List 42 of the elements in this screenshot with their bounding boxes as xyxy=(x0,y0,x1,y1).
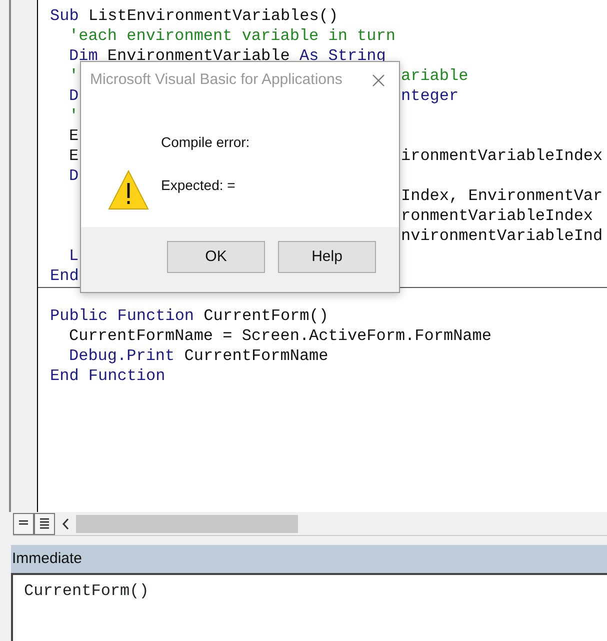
align-icon xyxy=(39,518,50,529)
code-keyword: Sub xyxy=(50,7,79,25)
code-text: ronmentVariableIndex xyxy=(401,207,594,225)
error-message: Compile error: xyxy=(161,133,250,152)
code-text: CurrentFormName = Screen.ActiveForm.FormName xyxy=(69,327,492,345)
help-button[interactable]: Help xyxy=(278,241,376,273)
code-comment: 'each environment variable in turn xyxy=(69,27,396,45)
code-comment: ariable xyxy=(401,67,468,85)
code-text: EnvironmentVariable xyxy=(107,47,290,65)
code-keyword: As String xyxy=(299,47,386,65)
full-module-view-button[interactable] xyxy=(34,512,55,534)
code-text: E xyxy=(69,127,79,145)
code-text: ironmentVariableIndex xyxy=(401,147,603,165)
code-text: CurrentFormName xyxy=(184,347,328,365)
code-text: E xyxy=(69,147,79,165)
code-keyword: End xyxy=(50,267,79,285)
code-keyword: nteger xyxy=(401,87,459,105)
code-text: Index, EnvironmentVar xyxy=(401,187,603,205)
dialog-title: Microsoft Visual Basic for Applications xyxy=(90,70,342,90)
align-icon xyxy=(18,520,29,527)
code-text: nvironmentVariableInd xyxy=(401,227,603,245)
code-keyword: End Function xyxy=(50,367,166,385)
immediate-text: CurrentForm() xyxy=(24,581,150,602)
scroll-left-icon[interactable] xyxy=(62,518,70,530)
close-icon[interactable] xyxy=(372,74,385,86)
code-comment: ' xyxy=(69,67,79,85)
error-message: Expected: = xyxy=(161,176,236,195)
code-keyword: D xyxy=(69,167,79,185)
warning-icon xyxy=(108,170,149,210)
code-keyword: Public Function xyxy=(50,307,194,325)
code-text: ListEnvironmentVariables() xyxy=(88,7,338,25)
pane-title: Immediate xyxy=(11,545,607,573)
code-keyword: Dim xyxy=(69,47,98,65)
code-keyword: L xyxy=(69,247,79,265)
code-comment: ' xyxy=(69,107,79,125)
code-keyword: D xyxy=(69,87,79,105)
scrollbar-thumb[interactable] xyxy=(76,514,298,532)
ok-button[interactable]: OK xyxy=(167,241,265,273)
immediate-pane[interactable]: CurrentForm() xyxy=(11,573,607,641)
procedure-view-button[interactable] xyxy=(13,512,34,534)
code-text: CurrentForm() xyxy=(204,307,328,325)
code-keyword: Debug.Print xyxy=(69,347,175,365)
